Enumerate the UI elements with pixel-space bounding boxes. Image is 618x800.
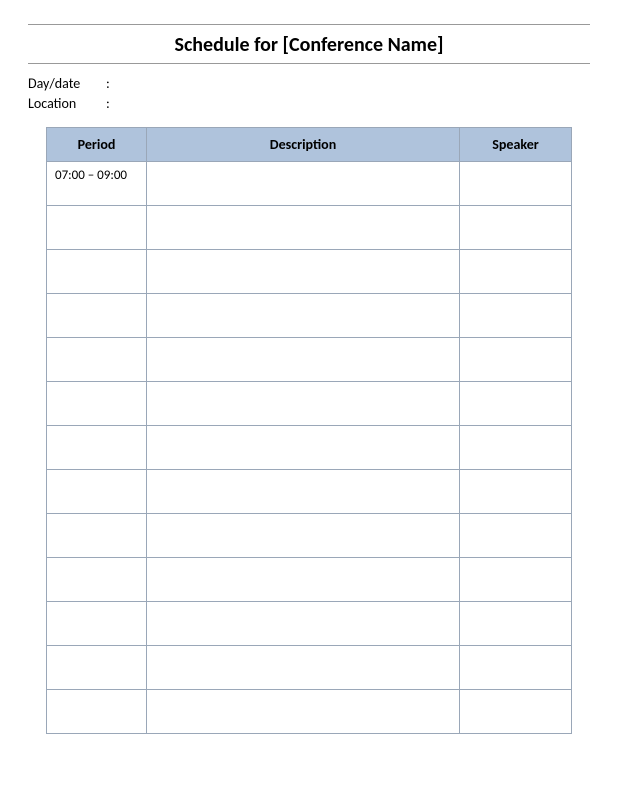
table-row — [47, 601, 572, 645]
horizontal-rule-under-title — [28, 63, 590, 64]
cell-speaker — [460, 513, 572, 557]
table-row — [47, 425, 572, 469]
header-period: Period — [47, 127, 147, 161]
cell-period — [47, 645, 147, 689]
cell-period — [47, 469, 147, 513]
cell-period: 07:00 – 09:00 — [47, 161, 147, 205]
meta-row-daydate: Day/date : — [28, 74, 590, 94]
cell-description — [147, 557, 460, 601]
cell-speaker — [460, 425, 572, 469]
cell-period — [47, 425, 147, 469]
table-row — [47, 689, 572, 733]
schedule-table: Period Description Speaker 07:00 – 09:00 — [46, 127, 572, 734]
cell-description — [147, 249, 460, 293]
cell-speaker — [460, 469, 572, 513]
table-row — [47, 205, 572, 249]
cell-description — [147, 513, 460, 557]
cell-description — [147, 689, 460, 733]
table-body: 07:00 – 09:00 — [47, 161, 572, 733]
cell-description — [147, 469, 460, 513]
meta-block: Day/date : Location : — [28, 74, 590, 115]
cell-period — [47, 513, 147, 557]
meta-colon: : — [106, 94, 116, 114]
meta-label-location: Location — [28, 94, 106, 114]
cell-description — [147, 205, 460, 249]
header-description: Description — [147, 127, 460, 161]
cell-description — [147, 293, 460, 337]
cell-speaker — [460, 645, 572, 689]
cell-period — [47, 249, 147, 293]
cell-period — [47, 205, 147, 249]
cell-speaker — [460, 381, 572, 425]
table-row — [47, 249, 572, 293]
table-row — [47, 645, 572, 689]
table-row — [47, 381, 572, 425]
meta-row-location: Location : — [28, 94, 590, 114]
table-row: 07:00 – 09:00 — [47, 161, 572, 205]
page-title: Schedule for [Conference Name] — [28, 31, 590, 63]
cell-description — [147, 337, 460, 381]
cell-speaker — [460, 337, 572, 381]
meta-colon: : — [106, 74, 116, 94]
cell-period — [47, 557, 147, 601]
cell-period — [47, 381, 147, 425]
cell-period — [47, 337, 147, 381]
cell-description — [147, 645, 460, 689]
cell-description — [147, 161, 460, 205]
meta-label-daydate: Day/date — [28, 74, 106, 94]
table-header-row: Period Description Speaker — [47, 127, 572, 161]
table-row — [47, 293, 572, 337]
table-row — [47, 469, 572, 513]
cell-speaker — [460, 161, 572, 205]
cell-description — [147, 425, 460, 469]
cell-description — [147, 601, 460, 645]
meta-value-daydate — [116, 74, 590, 94]
cell-speaker — [460, 249, 572, 293]
cell-speaker — [460, 557, 572, 601]
cell-speaker — [460, 293, 572, 337]
meta-value-location — [116, 94, 590, 114]
cell-period — [47, 689, 147, 733]
header-speaker: Speaker — [460, 127, 572, 161]
cell-speaker — [460, 205, 572, 249]
cell-speaker — [460, 689, 572, 733]
table-row — [47, 513, 572, 557]
cell-speaker — [460, 601, 572, 645]
schedule-table-wrap: Period Description Speaker 07:00 – 09:00 — [28, 127, 590, 734]
cell-period — [47, 293, 147, 337]
horizontal-rule-top — [28, 24, 590, 25]
table-row — [47, 557, 572, 601]
table-row — [47, 337, 572, 381]
cell-description — [147, 381, 460, 425]
cell-period — [47, 601, 147, 645]
